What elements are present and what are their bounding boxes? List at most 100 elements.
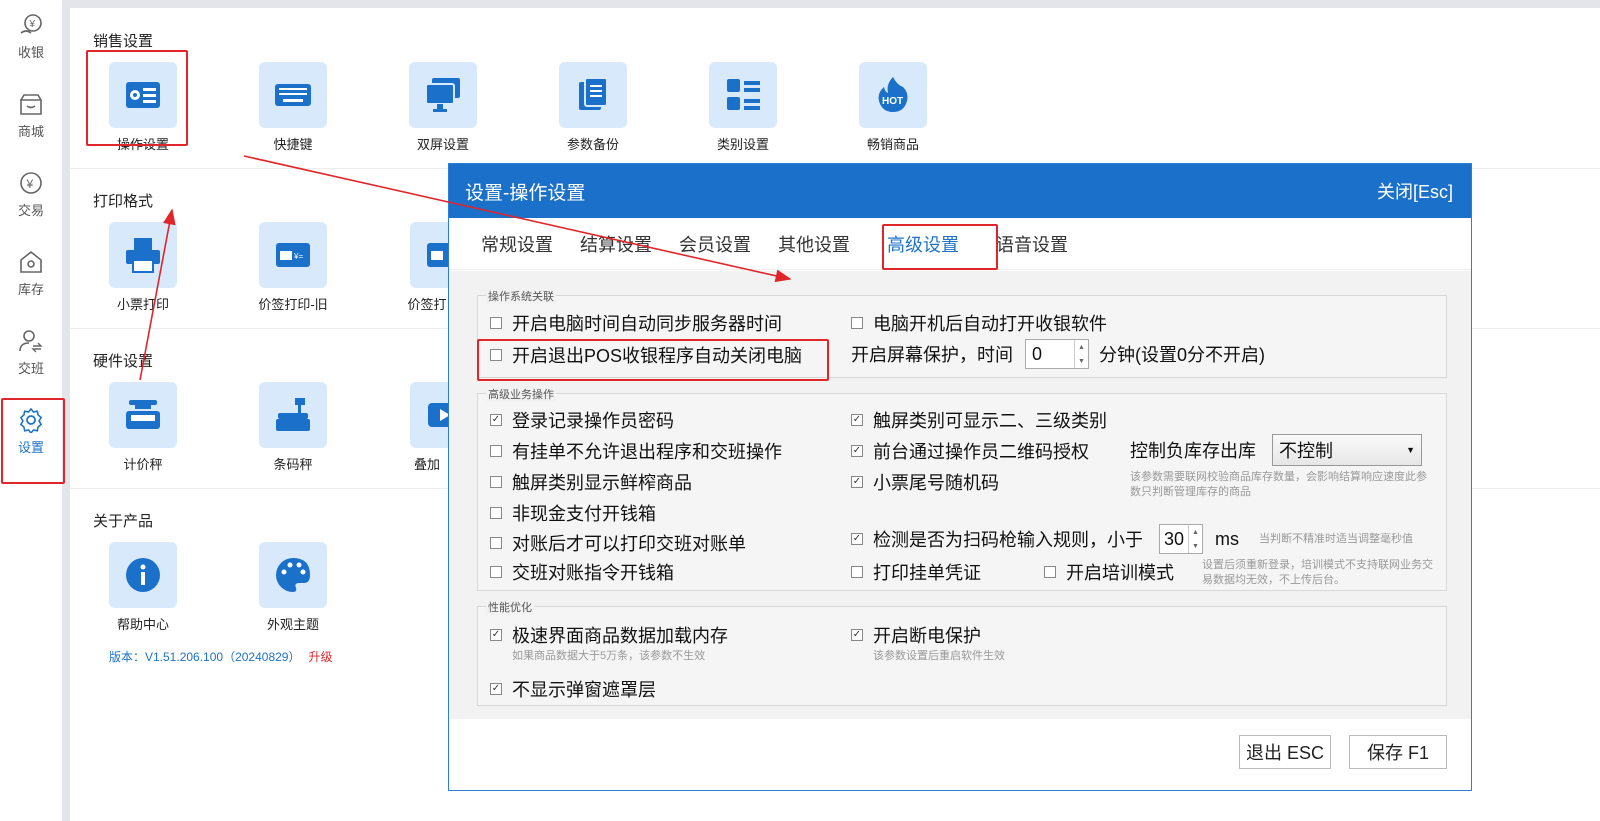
option-no-mask[interactable]: ✓ 不显示弹窗遮罩层 bbox=[490, 676, 656, 702]
sidebar-item-label: 收银 bbox=[17, 45, 44, 60]
checkbox[interactable] bbox=[490, 507, 502, 519]
checkbox[interactable] bbox=[1044, 566, 1056, 578]
checkbox[interactable]: ✓ bbox=[851, 414, 863, 426]
highlight-advanced-tab bbox=[882, 224, 998, 270]
chevron-up-icon[interactable]: ▲ bbox=[1189, 525, 1202, 539]
option-training-mode[interactable]: 开启培训模式 bbox=[1044, 559, 1174, 585]
screensaver-stepper[interactable]: 0 ▲ ▼ bbox=[1025, 339, 1089, 369]
option-label: 前台通过操作员二维码授权 bbox=[873, 442, 1089, 462]
group-title: 高级业务操作 bbox=[486, 386, 556, 402]
top-gutter bbox=[62, 0, 1600, 8]
checkbox[interactable]: ✓ bbox=[490, 683, 502, 695]
sidebar-item-mall[interactable]: 商城 bbox=[0, 81, 62, 153]
tile-pricing-scale[interactable]: 计价秤 bbox=[88, 382, 198, 473]
sidebar-item-cashier[interactable]: ¥ 收银 bbox=[0, 2, 62, 74]
save-button[interactable]: 保存 F1 bbox=[1349, 735, 1447, 769]
option-print-pending[interactable]: 打印挂单凭证 bbox=[851, 559, 981, 585]
tab-voice[interactable]: 语音设置 bbox=[996, 231, 1068, 257]
checkbox[interactable] bbox=[490, 476, 502, 488]
pricing-scale-icon bbox=[126, 400, 160, 429]
tile-overlay[interactable]: 叠加 bbox=[388, 382, 448, 473]
checkbox[interactable]: ✓ bbox=[490, 629, 502, 641]
yen-circle-icon: ¥ bbox=[20, 172, 42, 194]
tile-label: 价签打印-旧 bbox=[258, 297, 328, 312]
option-pending-exit[interactable]: 有挂单不允许退出程序和交班操作 bbox=[490, 438, 782, 464]
scanner-stepper[interactable]: 30 ▲ ▼ bbox=[1159, 524, 1203, 554]
group-performance: 性能优化 ✓ 极速界面商品数据加载内存 如果商品数据大于5万条，该参数不生效 ✓ 开… bbox=[477, 599, 1447, 706]
section-title-hardware: 硬件设置 bbox=[93, 353, 154, 370]
option-label: 小票尾号随机码 bbox=[873, 473, 999, 493]
option-label: 打印挂单凭证 bbox=[873, 563, 981, 583]
checkbox[interactable]: ✓ bbox=[851, 533, 863, 545]
option-label: 交班对账指令开钱箱 bbox=[512, 563, 674, 583]
sidebar-item-shift[interactable]: 交班 bbox=[0, 318, 62, 390]
tile-appearance-theme[interactable]: 外观主题 bbox=[238, 542, 348, 633]
sidebar-item-inventory[interactable]: 库存 bbox=[0, 239, 62, 311]
checkbox[interactable] bbox=[490, 566, 502, 578]
sidebar-item-trade[interactable]: ¥ 交易 bbox=[0, 160, 62, 232]
checkbox[interactable] bbox=[490, 445, 502, 457]
option-print-after-check[interactable]: 对账后才可以打印交班对账单 bbox=[490, 530, 746, 556]
checkbox[interactable]: ✓ bbox=[851, 629, 863, 641]
option-login-password[interactable]: ✓ 登录记录操作员密码 bbox=[490, 407, 674, 433]
checkbox[interactable]: ✓ bbox=[490, 414, 502, 426]
chevron-up-icon[interactable]: ▲ bbox=[1075, 340, 1088, 354]
option-scanner-detect[interactable]: ✓ 检测是否为扫码枪输入规则，小于 30 ▲ ▼ ms 当判断不精准时适当调整毫秒值 bbox=[851, 524, 1413, 554]
tile-param-backup[interactable]: 参数备份 bbox=[538, 62, 648, 153]
tile-price-tag[interactable]: 价签打 bbox=[388, 222, 448, 313]
highlight-operation-settings bbox=[86, 50, 188, 146]
checkbox[interactable]: ✓ bbox=[851, 445, 863, 457]
store-icon bbox=[20, 94, 42, 115]
power-hint: 该参数设置后重启软件生效 bbox=[873, 650, 1005, 662]
checkbox[interactable] bbox=[851, 566, 863, 578]
group-title: 操作系统关联 bbox=[486, 288, 556, 304]
option-sync-time[interactable]: 开启电脑时间自动同步服务器时间 bbox=[490, 310, 782, 336]
dialog-header: 设置-操作设置 关闭[Esc] bbox=[449, 164, 1471, 218]
option-fresh-goods[interactable]: 触屏类别显示鲜榨商品 bbox=[490, 469, 692, 495]
checkbox[interactable] bbox=[490, 537, 502, 549]
option-label: 检测是否为扫码枪输入规则，小于 bbox=[873, 530, 1143, 550]
exit-button[interactable]: 退出 ESC bbox=[1239, 735, 1331, 769]
dialog-close-button[interactable]: 关闭[Esc] bbox=[1377, 178, 1453, 204]
tile-price-tag-old[interactable]: ¥= 价签打印-旧 bbox=[238, 222, 348, 313]
tab-member[interactable]: 会员设置 bbox=[679, 231, 751, 257]
option-label: 触屏类别可显示二、三级类别 bbox=[873, 411, 1107, 431]
option-qr-auth[interactable]: ✓ 前台通过操作员二维码授权 bbox=[851, 438, 1089, 464]
tile-label: 价签打 bbox=[407, 297, 447, 312]
checkbox[interactable]: ✓ bbox=[851, 476, 863, 488]
tab-checkout[interactable]: 结算设置 bbox=[580, 231, 652, 257]
checkbox[interactable] bbox=[851, 317, 863, 329]
scanner-hint: 当判断不精准时适当调整毫秒值 bbox=[1259, 532, 1413, 545]
tab-other[interactable]: 其他设置 bbox=[778, 231, 850, 257]
tab-general[interactable]: 常规设置 bbox=[481, 231, 553, 257]
category-list-icon bbox=[727, 79, 760, 110]
tile-best-sellers[interactable]: HOT 畅销商品 bbox=[838, 62, 948, 153]
neg-stock-hint: 该参数需要联网校验商品库存数量，会影响结算响应速度此参数只判断管理库存的商品 bbox=[1130, 471, 1427, 498]
tile-label: 叠加 bbox=[413, 457, 440, 472]
option-non-cash-drawer[interactable]: 非现金支付开钱箱 bbox=[490, 500, 656, 526]
option-auto-start[interactable]: 电脑开机后自动打开收银软件 bbox=[851, 310, 1107, 336]
option-label: 开启培训模式 bbox=[1066, 563, 1174, 583]
neg-stock-select[interactable]: 不控制 ▼ bbox=[1272, 434, 1422, 466]
tile-label: 条码秤 bbox=[273, 457, 313, 472]
tile-receipt-print[interactable]: 小票打印 bbox=[88, 222, 198, 313]
option-shift-drawer[interactable]: 交班对账指令开钱箱 bbox=[490, 559, 674, 585]
option-sub-category[interactable]: ✓ 触屏类别可显示二、三级类别 bbox=[851, 407, 1107, 433]
tile-help-center[interactable]: 帮助中心 bbox=[88, 542, 198, 633]
tile-shortcuts[interactable]: 快捷键 bbox=[238, 62, 348, 153]
stepper-arrows[interactable]: ▲ ▼ bbox=[1074, 340, 1088, 368]
upgrade-link[interactable]: 升级 bbox=[308, 650, 332, 664]
option-fast-load[interactable]: ✓ 极速界面商品数据加载内存 bbox=[490, 622, 728, 648]
tile-barcode-scale[interactable]: 条码秤 bbox=[238, 382, 348, 473]
option-power-protect[interactable]: ✓ 开启断电保护 bbox=[851, 622, 981, 648]
stepper-arrows[interactable]: ▲ ▼ bbox=[1188, 525, 1202, 553]
chevron-down-icon[interactable]: ▼ bbox=[1189, 539, 1202, 553]
barcode-scale-icon bbox=[276, 398, 310, 431]
section-title-sales: 销售设置 bbox=[93, 33, 154, 50]
tile-dual-screen[interactable]: 双屏设置 bbox=[388, 62, 498, 153]
tile-category-settings[interactable]: 类别设置 bbox=[688, 62, 798, 153]
checkbox[interactable] bbox=[490, 317, 502, 329]
keyboard-icon bbox=[275, 84, 311, 106]
option-random-tail[interactable]: ✓ 小票尾号随机码 bbox=[851, 469, 999, 495]
chevron-down-icon[interactable]: ▼ bbox=[1075, 354, 1088, 368]
